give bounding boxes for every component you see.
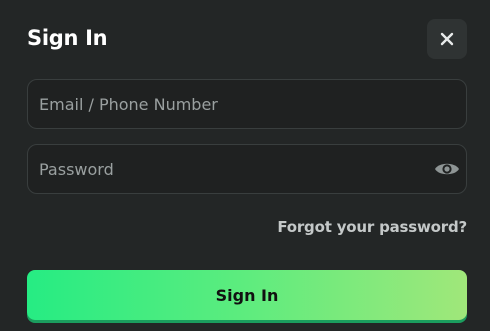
sign-in-button[interactable]: Sign In (27, 270, 467, 320)
password-field (27, 144, 467, 194)
password-input[interactable] (28, 145, 466, 193)
password-visibility-toggle[interactable] (433, 156, 461, 182)
close-icon (440, 32, 454, 46)
modal-title: Sign In (27, 26, 108, 50)
eye-icon (435, 163, 459, 175)
email-field (27, 79, 467, 129)
forgot-password-link[interactable]: Forgot your password? (277, 218, 467, 236)
sign-in-modal: Sign In Forgot your password? Sign In (0, 0, 490, 331)
email-input[interactable] (28, 80, 466, 128)
close-button[interactable] (427, 19, 467, 59)
